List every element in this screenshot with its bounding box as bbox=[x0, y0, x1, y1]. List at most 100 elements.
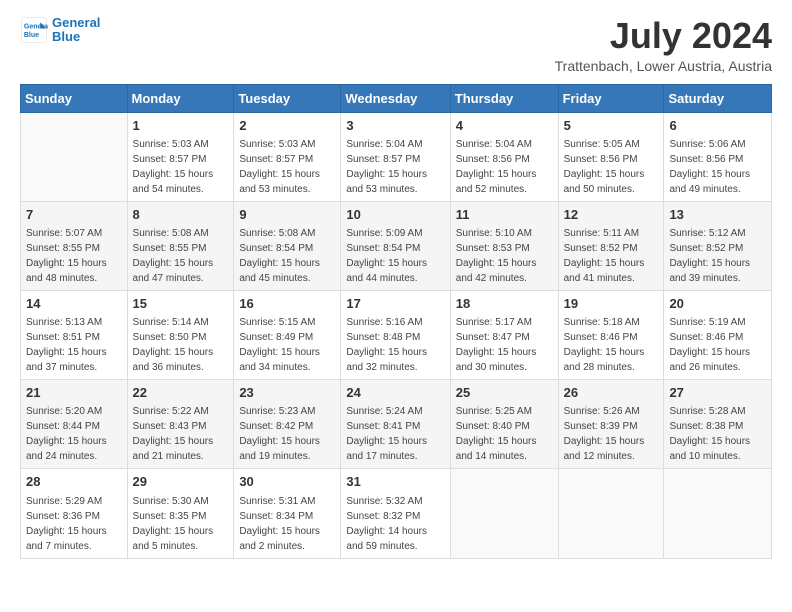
day-number: 12 bbox=[564, 206, 659, 224]
table-row: 13 Sunrise: 5:12 AMSunset: 8:52 PMDayligh… bbox=[664, 201, 772, 290]
calendar-table: Sunday Monday Tuesday Wednesday Thursday… bbox=[20, 84, 772, 559]
day-info: Sunrise: 5:26 AMSunset: 8:39 PMDaylight:… bbox=[564, 404, 659, 464]
col-saturday: Saturday bbox=[664, 84, 772, 112]
table-row: 20 Sunrise: 5:19 AMSunset: 8:46 PMDayligh… bbox=[664, 290, 772, 379]
day-info: Sunrise: 5:30 AMSunset: 8:35 PMDaylight:… bbox=[133, 494, 229, 554]
table-row: 6Sunrise: 5:06 AMSunset: 8:56 PMDaylight… bbox=[664, 112, 772, 201]
table-row: 10 Sunrise: 5:09 AMSunset: 8:54 PMDayligh… bbox=[341, 201, 450, 290]
table-row: 22 Sunrise: 5:22 AMSunset: 8:43 PMDayligh… bbox=[127, 380, 234, 469]
table-row: 12 Sunrise: 5:11 AMSunset: 8:52 PMDayligh… bbox=[558, 201, 664, 290]
header: General Blue General Blue July 2024 Trat… bbox=[20, 16, 772, 74]
day-info: Sunrise: 5:09 AMSunset: 8:54 PMDaylight:… bbox=[346, 226, 444, 286]
location: Trattenbach, Lower Austria, Austria bbox=[555, 58, 772, 74]
table-row: 31 Sunrise: 5:32 AMSunset: 8:32 PMDayligh… bbox=[341, 469, 450, 558]
day-info: Sunrise: 5:14 AMSunset: 8:50 PMDaylight:… bbox=[133, 315, 229, 375]
day-number: 7 bbox=[26, 206, 122, 224]
table-row: 26Sunrise: 5:26 AMSunset: 8:39 PMDayligh… bbox=[558, 380, 664, 469]
day-info: Sunrise: 5:03 AMSunset: 8:57 PMDaylight:… bbox=[133, 137, 229, 197]
day-number: 14 bbox=[26, 295, 122, 313]
day-info: Sunrise: 5:04 AMSunset: 8:56 PMDaylight:… bbox=[456, 137, 553, 197]
col-monday: Monday bbox=[127, 84, 234, 112]
day-number: 30 bbox=[239, 473, 335, 491]
table-row: 5 Sunrise: 5:05 AMSunset: 8:56 PMDaylight… bbox=[558, 112, 664, 201]
svg-text:Blue: Blue bbox=[24, 32, 39, 39]
day-number: 8 bbox=[133, 206, 229, 224]
table-row: 14 Sunrise: 5:13 AMSunset: 8:51 PMDayligh… bbox=[21, 290, 128, 379]
day-info: Sunrise: 5:12 AMSunset: 8:52 PMDaylight:… bbox=[669, 226, 766, 286]
day-number: 17 bbox=[346, 295, 444, 313]
table-row: 25Sunrise: 5:25 AMSunset: 8:40 PMDayligh… bbox=[450, 380, 558, 469]
col-sunday: Sunday bbox=[21, 84, 128, 112]
table-row: 7 Sunrise: 5:07 AMSunset: 8:55 PMDaylight… bbox=[21, 201, 128, 290]
calendar-week-row: 14 Sunrise: 5:13 AMSunset: 8:51 PMDayligh… bbox=[21, 290, 772, 379]
table-row: 2Sunrise: 5:03 AMSunset: 8:57 PMDaylight… bbox=[234, 112, 341, 201]
day-number: 22 bbox=[133, 384, 229, 402]
table-row bbox=[450, 469, 558, 558]
day-number: 3 bbox=[346, 117, 444, 135]
table-row: 30 Sunrise: 5:31 AMSunset: 8:34 PMDayligh… bbox=[234, 469, 341, 558]
table-row: 28 Sunrise: 5:29 AMSunset: 8:36 PMDayligh… bbox=[21, 469, 128, 558]
col-tuesday: Tuesday bbox=[234, 84, 341, 112]
table-row: 11 Sunrise: 5:10 AMSunset: 8:53 PMDayligh… bbox=[450, 201, 558, 290]
day-number: 1 bbox=[133, 117, 229, 135]
table-row: 27 Sunrise: 5:28 AMSunset: 8:38 PMDayligh… bbox=[664, 380, 772, 469]
table-row bbox=[21, 112, 128, 201]
day-number: 27 bbox=[669, 384, 766, 402]
table-row: 21 Sunrise: 5:20 AMSunset: 8:44 PMDayligh… bbox=[21, 380, 128, 469]
day-number: 21 bbox=[26, 384, 122, 402]
day-info: Sunrise: 5:08 AMSunset: 8:54 PMDaylight:… bbox=[239, 226, 335, 286]
month-title: July 2024 bbox=[555, 16, 772, 56]
day-info: Sunrise: 5:17 AMSunset: 8:47 PMDaylight:… bbox=[456, 315, 553, 375]
table-row: 16 Sunrise: 5:15 AMSunset: 8:49 PMDayligh… bbox=[234, 290, 341, 379]
day-info: Sunrise: 5:05 AMSunset: 8:56 PMDaylight:… bbox=[564, 137, 659, 197]
table-row: 24 Sunrise: 5:24 AMSunset: 8:41 PMDayligh… bbox=[341, 380, 450, 469]
calendar-week-row: 28 Sunrise: 5:29 AMSunset: 8:36 PMDayligh… bbox=[21, 469, 772, 558]
day-info: Sunrise: 5:29 AMSunset: 8:36 PMDaylight:… bbox=[26, 494, 122, 554]
day-info: Sunrise: 5:16 AMSunset: 8:48 PMDaylight:… bbox=[346, 315, 444, 375]
table-row: 8 Sunrise: 5:08 AMSunset: 8:55 PMDaylight… bbox=[127, 201, 234, 290]
day-info: Sunrise: 5:19 AMSunset: 8:46 PMDaylight:… bbox=[669, 315, 766, 375]
day-info: Sunrise: 5:24 AMSunset: 8:41 PMDaylight:… bbox=[346, 404, 444, 464]
logo-icon: General Blue bbox=[20, 16, 48, 44]
day-number: 28 bbox=[26, 473, 122, 491]
day-number: 15 bbox=[133, 295, 229, 313]
day-info: Sunrise: 5:13 AMSunset: 8:51 PMDaylight:… bbox=[26, 315, 122, 375]
day-number: 24 bbox=[346, 384, 444, 402]
day-info: Sunrise: 5:11 AMSunset: 8:52 PMDaylight:… bbox=[564, 226, 659, 286]
table-row: 29 Sunrise: 5:30 AMSunset: 8:35 PMDayligh… bbox=[127, 469, 234, 558]
calendar-week-row: 7 Sunrise: 5:07 AMSunset: 8:55 PMDaylight… bbox=[21, 201, 772, 290]
day-info: Sunrise: 5:03 AMSunset: 8:57 PMDaylight:… bbox=[239, 137, 335, 197]
day-number: 29 bbox=[133, 473, 229, 491]
day-number: 31 bbox=[346, 473, 444, 491]
day-info: Sunrise: 5:22 AMSunset: 8:43 PMDaylight:… bbox=[133, 404, 229, 464]
day-number: 5 bbox=[564, 117, 659, 135]
table-row: 23Sunrise: 5:23 AMSunset: 8:42 PMDayligh… bbox=[234, 380, 341, 469]
day-info: Sunrise: 5:15 AMSunset: 8:49 PMDaylight:… bbox=[239, 315, 335, 375]
day-info: Sunrise: 5:20 AMSunset: 8:44 PMDaylight:… bbox=[26, 404, 122, 464]
day-number: 4 bbox=[456, 117, 553, 135]
table-row: 15 Sunrise: 5:14 AMSunset: 8:50 PMDayligh… bbox=[127, 290, 234, 379]
table-row: 19Sunrise: 5:18 AMSunset: 8:46 PMDayligh… bbox=[558, 290, 664, 379]
day-number: 13 bbox=[669, 206, 766, 224]
day-number: 23 bbox=[239, 384, 335, 402]
day-info: Sunrise: 5:07 AMSunset: 8:55 PMDaylight:… bbox=[26, 226, 122, 286]
day-number: 6 bbox=[669, 117, 766, 135]
day-info: Sunrise: 5:31 AMSunset: 8:34 PMDaylight:… bbox=[239, 494, 335, 554]
day-info: Sunrise: 5:28 AMSunset: 8:38 PMDaylight:… bbox=[669, 404, 766, 464]
day-info: Sunrise: 5:32 AMSunset: 8:32 PMDaylight:… bbox=[346, 494, 444, 554]
day-info: Sunrise: 5:10 AMSunset: 8:53 PMDaylight:… bbox=[456, 226, 553, 286]
page: General Blue General Blue July 2024 Trat… bbox=[0, 0, 792, 612]
day-info: Sunrise: 5:25 AMSunset: 8:40 PMDaylight:… bbox=[456, 404, 553, 464]
day-number: 20 bbox=[669, 295, 766, 313]
day-number: 11 bbox=[456, 206, 553, 224]
day-number: 10 bbox=[346, 206, 444, 224]
table-row: 1 Sunrise: 5:03 AMSunset: 8:57 PMDaylight… bbox=[127, 112, 234, 201]
day-info: Sunrise: 5:04 AMSunset: 8:57 PMDaylight:… bbox=[346, 137, 444, 197]
day-info: Sunrise: 5:08 AMSunset: 8:55 PMDaylight:… bbox=[133, 226, 229, 286]
logo-text: General Blue bbox=[52, 16, 100, 45]
day-number: 19 bbox=[564, 295, 659, 313]
table-row bbox=[558, 469, 664, 558]
day-number: 16 bbox=[239, 295, 335, 313]
table-row: 9Sunrise: 5:08 AMSunset: 8:54 PMDaylight… bbox=[234, 201, 341, 290]
title-block: July 2024 Trattenbach, Lower Austria, Au… bbox=[555, 16, 772, 74]
